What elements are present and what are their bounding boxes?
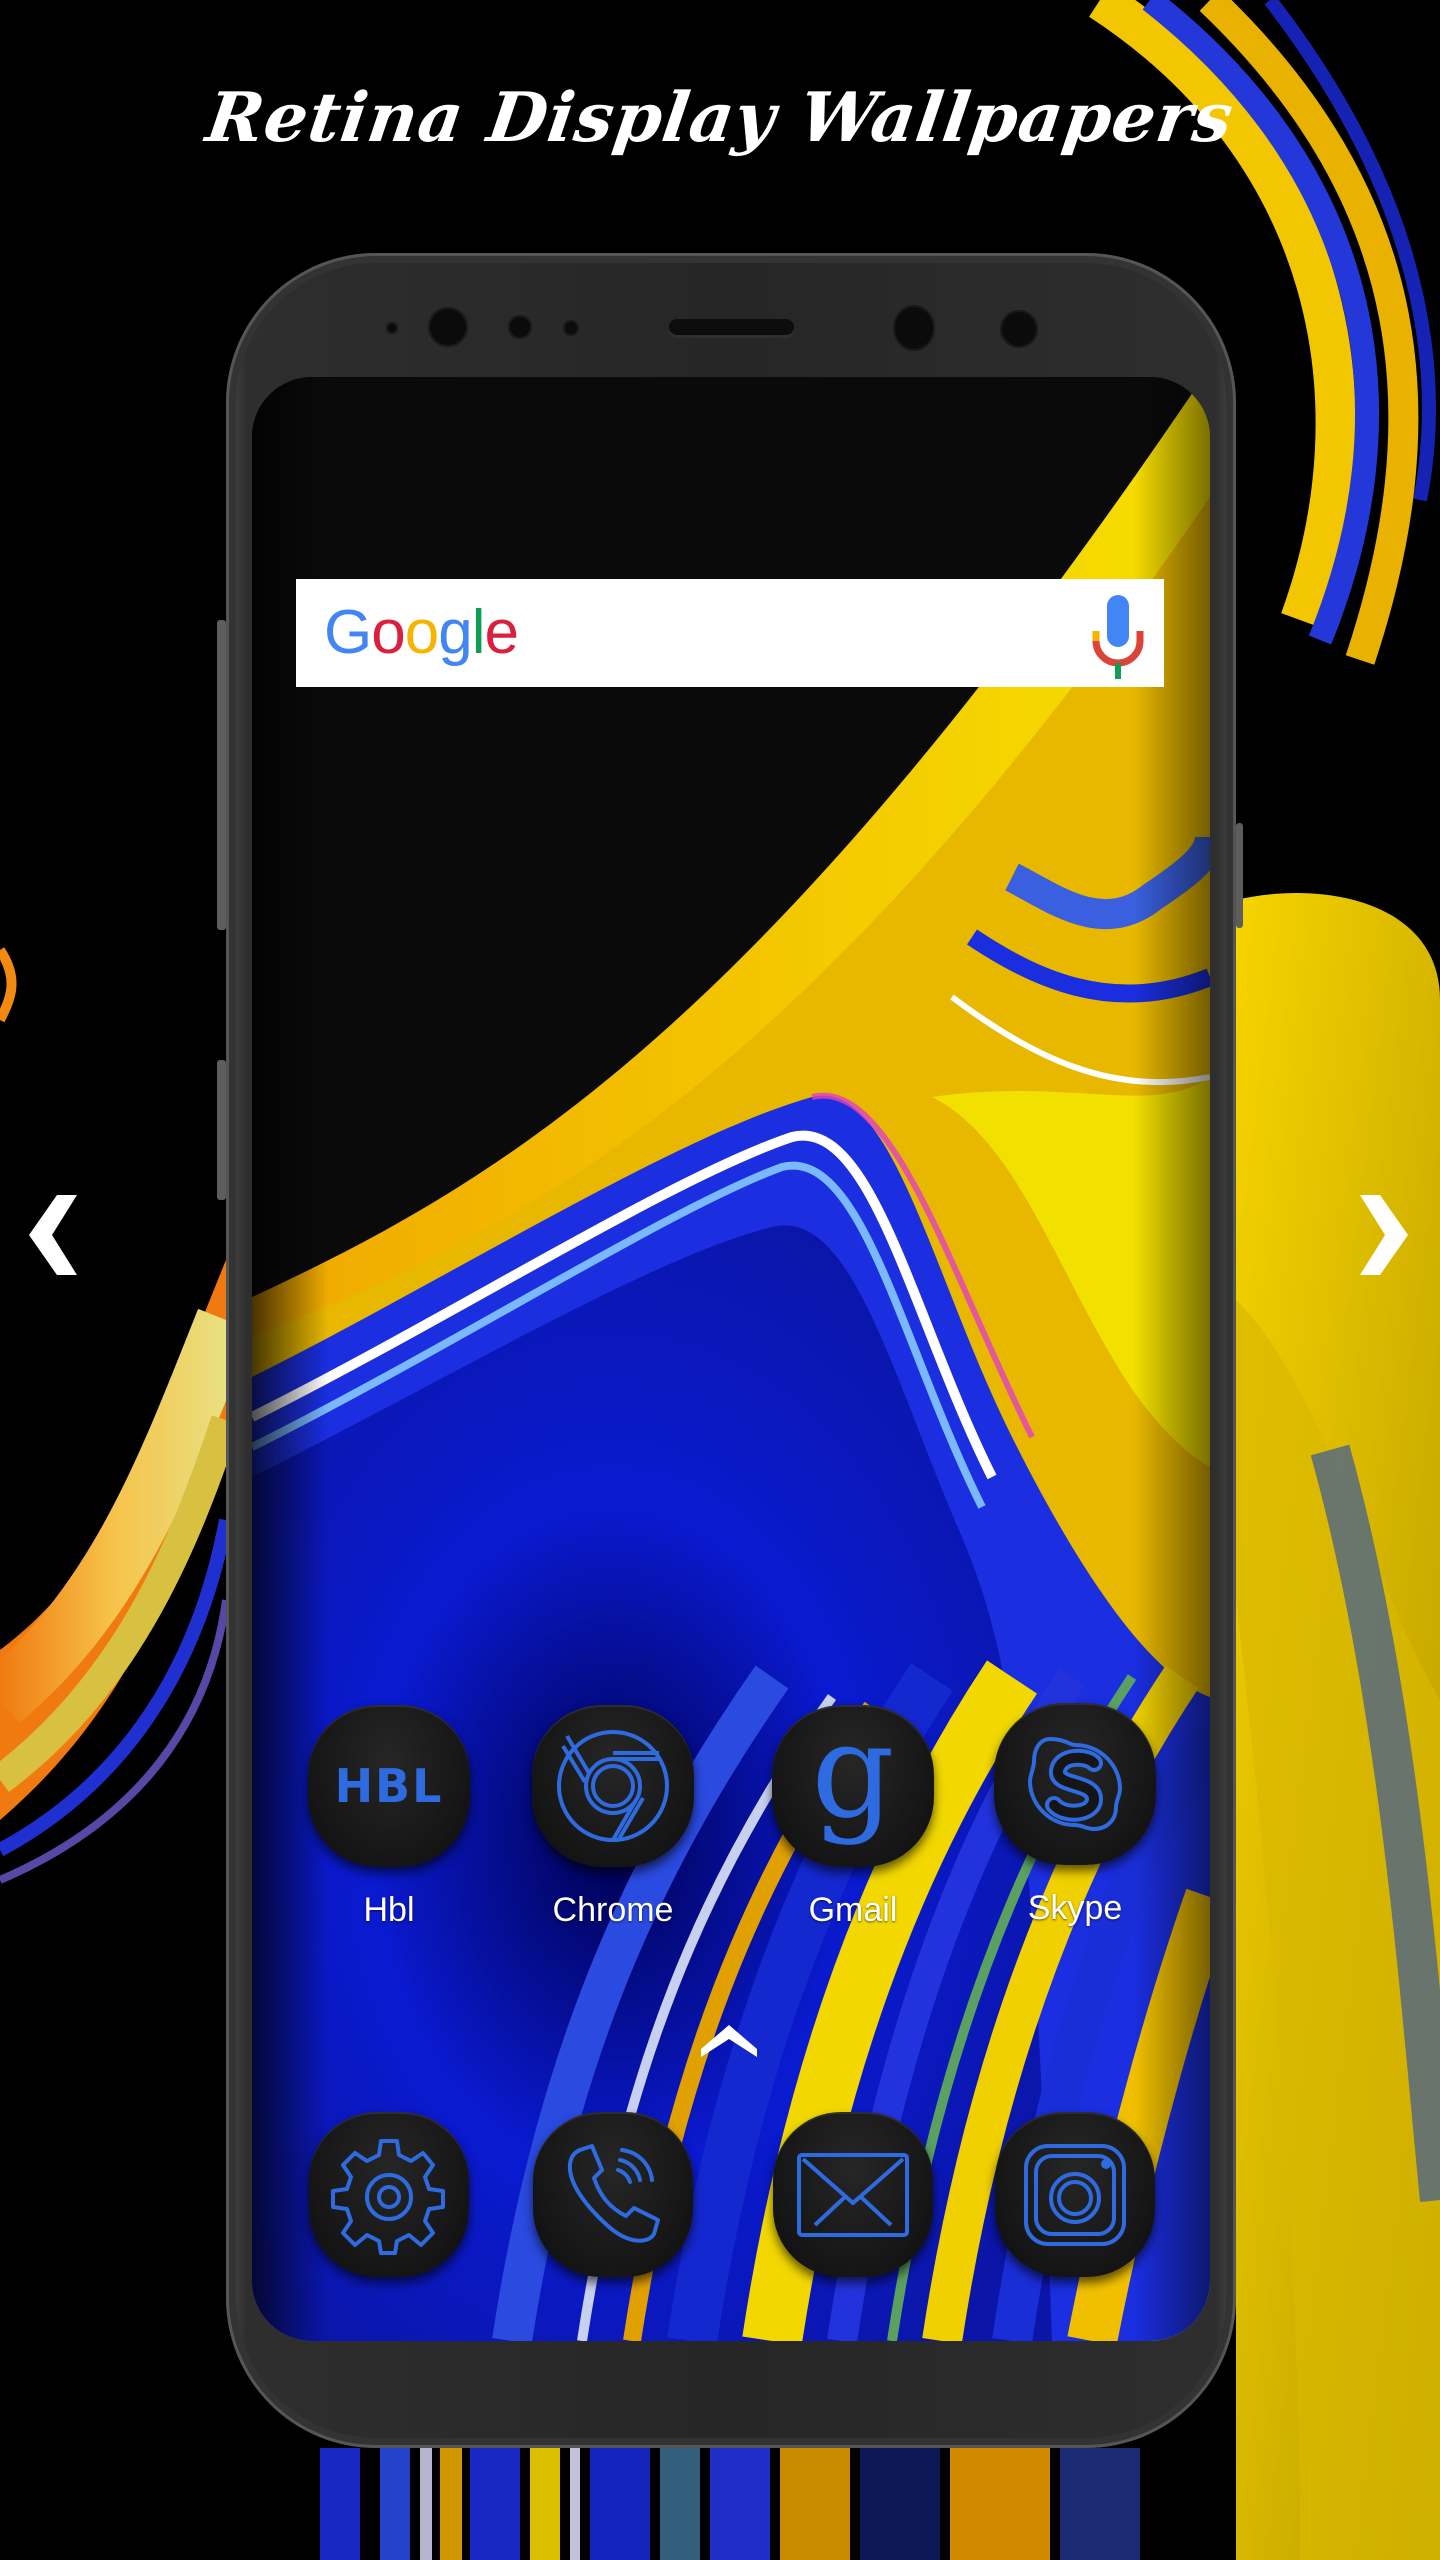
app-label: Hbl <box>363 1891 415 1929</box>
chrome-icon <box>532 1705 694 1867</box>
google-letter: G <box>324 598 372 667</box>
google-letter: g <box>438 598 472 667</box>
light-sensor <box>508 315 532 339</box>
chevron-left-icon <box>29 1195 77 1275</box>
chevron-up-icon <box>701 2025 757 2057</box>
instagram-glyph <box>1024 2143 1126 2246</box>
app-drawer-button[interactable] <box>699 2017 759 2057</box>
app-gmail[interactable]: g Gmail <box>768 1705 938 1930</box>
hbl-icon: HBL <box>308 1705 470 1867</box>
google-letter: o <box>371 598 405 667</box>
page-title: Retina Display Wallpapers <box>201 78 1239 158</box>
envelope-icon <box>773 2112 933 2277</box>
app-label: Chrome <box>552 1891 674 1929</box>
previous-button[interactable] <box>22 1190 92 1280</box>
phone-screen: Google HBL Hbl Chrome g Gmail Skype <box>252 377 1210 2341</box>
skype-icon <box>994 1703 1156 1865</box>
app-label: Skype <box>1027 1889 1123 1927</box>
phone-glyph <box>567 2143 660 2243</box>
dock-instagram[interactable] <box>990 2112 1160 2277</box>
hbl-logo-text: HBL <box>334 1759 444 1813</box>
g-glyph: g <box>811 1695 895 1847</box>
chrome-logo <box>557 1730 669 1842</box>
front-camera <box>428 307 468 347</box>
gear-glyph <box>331 2138 445 2255</box>
proximity-sensor <box>386 322 398 334</box>
chevron-right-icon <box>1360 1195 1408 1275</box>
earpiece-speaker <box>669 319 794 335</box>
envelope-glyph <box>797 2152 909 2237</box>
app-skype[interactable]: Skype <box>990 1703 1160 1928</box>
dock-phone[interactable] <box>528 2112 698 2277</box>
next-button[interactable] <box>1345 1190 1415 1280</box>
dock-messages[interactable] <box>768 2112 938 2277</box>
app-chrome[interactable]: Chrome <box>528 1705 698 1930</box>
iris-camera <box>893 305 935 351</box>
iris-led <box>1000 310 1038 348</box>
ambient-sensor <box>563 320 579 336</box>
app-label: Gmail <box>808 1891 898 1929</box>
skype-logo <box>1027 1736 1123 1832</box>
google-search-bar[interactable]: Google <box>296 579 1164 687</box>
app-hbl[interactable]: HBL Hbl <box>304 1705 474 1930</box>
power-button <box>1236 823 1243 928</box>
google-g-icon: g <box>772 1705 934 1867</box>
gear-icon <box>309 2112 469 2277</box>
microphone-icon[interactable] <box>1088 591 1148 681</box>
google-letter: l <box>471 598 486 667</box>
google-logo: Google <box>324 597 519 668</box>
google-letter: e <box>484 598 518 667</box>
volume-button <box>217 620 226 930</box>
google-letter: o <box>404 598 439 667</box>
dock-settings[interactable] <box>304 2112 474 2277</box>
phone-icon <box>533 2112 693 2277</box>
instagram-icon <box>995 2112 1155 2277</box>
bixby-button <box>217 1060 226 1200</box>
